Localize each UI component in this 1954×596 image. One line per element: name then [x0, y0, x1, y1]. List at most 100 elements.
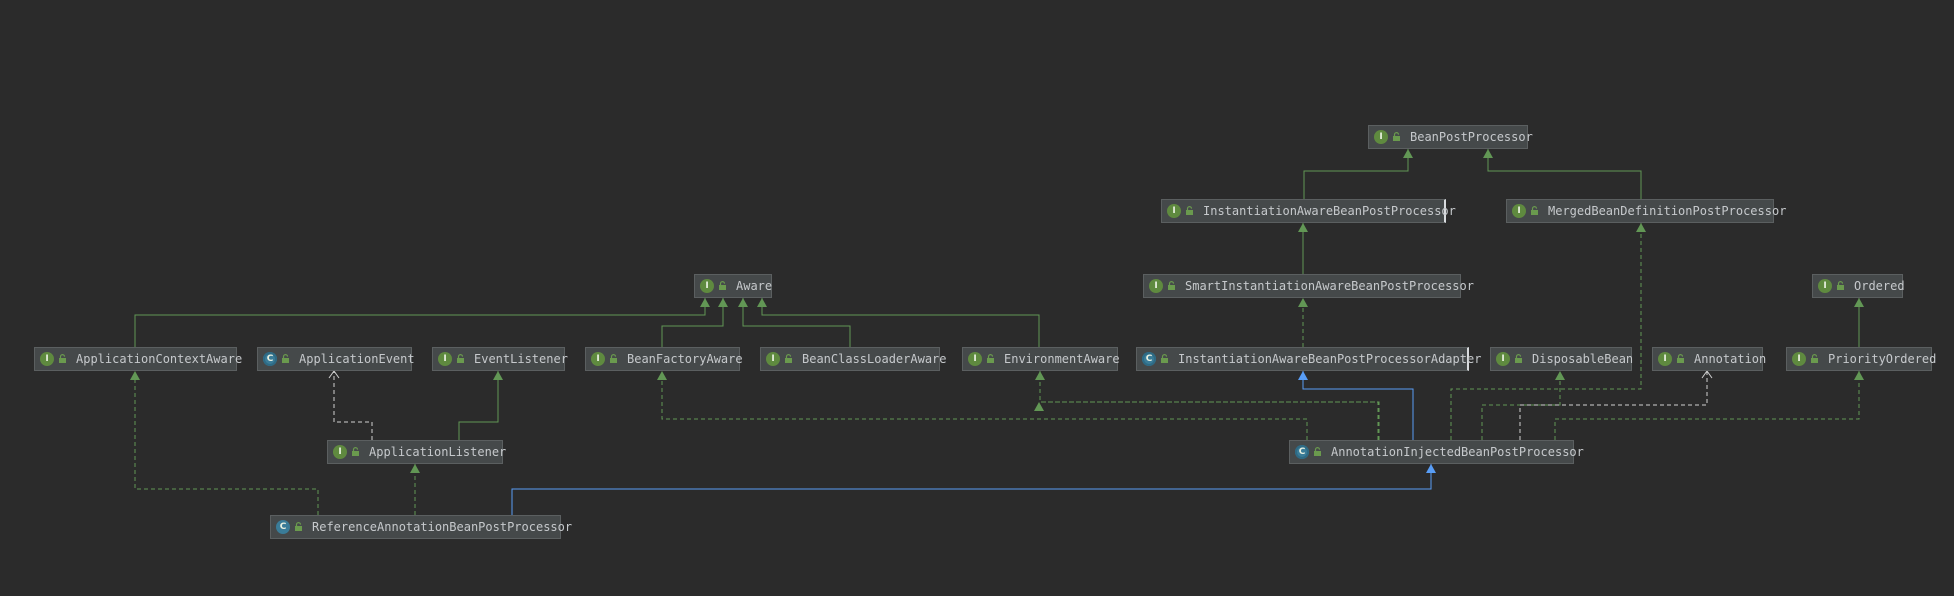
edge-aibpp-to-ann — [1519, 370, 1713, 440]
node-label: Ordered — [1854, 279, 1905, 293]
public-lock-icon — [58, 352, 67, 366]
arrowhead — [1854, 371, 1864, 380]
node-label: ApplicationContextAware — [76, 352, 243, 366]
edge-aca-to-aware — [134, 298, 710, 347]
interface-icon: I — [1149, 279, 1163, 293]
arrowhead — [718, 298, 728, 307]
interface-icon: I — [700, 279, 714, 293]
interface-icon: I — [438, 352, 452, 366]
node-iabpp[interactable]: I InstantiationAwareBeanPostProcessor — [1161, 199, 1456, 223]
public-lock-icon — [1313, 445, 1322, 459]
arrowhead — [657, 371, 667, 380]
edge-aibpp-to-ea — [1034, 401, 1380, 440]
node-siabpp[interactable]: I SmartInstantiationAwareBeanPostProcesso… — [1143, 274, 1474, 298]
interface-icon: I — [333, 445, 347, 459]
abstract-class-icon: C — [263, 352, 277, 366]
arrowhead — [1034, 402, 1044, 411]
node-iabppa[interactable]: C InstantiationAwareBeanPostProcessorAdap… — [1136, 347, 1481, 371]
arrowhead — [410, 464, 420, 473]
node-ae[interactable]: C ApplicationEvent — [257, 347, 415, 371]
node-ordered[interactable]: I Ordered — [1812, 274, 1905, 298]
node-label: EnvironmentAware — [1004, 352, 1120, 366]
node-label: AnnotationInjectedBeanPostProcessor — [1331, 445, 1584, 459]
interface-icon: I — [968, 352, 982, 366]
node-bcla[interactable]: I BeanClassLoaderAware — [760, 347, 947, 371]
arrowhead — [738, 298, 748, 307]
public-lock-icon — [351, 445, 360, 459]
interface-icon: I — [1792, 352, 1806, 366]
node-label: Aware — [736, 279, 773, 293]
arrowhead — [1426, 464, 1436, 473]
edge-aibpp-to-po — [1554, 371, 1864, 440]
edge-rabpp-to-al — [410, 464, 420, 515]
arrowhead — [493, 371, 503, 380]
edge-po-to-ordered — [1854, 298, 1864, 347]
interface-icon: I — [40, 352, 54, 366]
interface-icon: I — [1512, 204, 1526, 218]
node-label: DisposableBean — [1532, 352, 1634, 366]
arrowhead — [1483, 149, 1493, 158]
public-lock-icon — [784, 352, 793, 366]
abstract-class-icon: C — [1295, 445, 1309, 459]
interface-icon: I — [1818, 279, 1832, 293]
interface-icon: I — [766, 352, 780, 366]
public-lock-icon — [718, 279, 727, 293]
node-ea[interactable]: I EnvironmentAware — [962, 347, 1120, 371]
public-lock-icon — [1160, 352, 1169, 366]
node-label: EventListener — [474, 352, 568, 366]
arrowhead — [1298, 223, 1308, 232]
public-lock-icon — [1836, 279, 1845, 293]
node-aca[interactable]: I ApplicationContextAware — [34, 347, 242, 371]
edges-layer — [130, 149, 1864, 515]
node-label: BeanFactoryAware — [627, 352, 743, 366]
class-icon: C — [276, 520, 290, 534]
edge-aibpp-to-bfa — [657, 371, 1308, 440]
node-label: ReferenceAnnotationBeanPostProcessor — [312, 520, 573, 534]
arrowhead — [1555, 371, 1565, 380]
node-ann[interactable]: I Annotation — [1652, 347, 1766, 371]
edge-al-to-el — [458, 371, 503, 440]
node-db[interactable]: I DisposableBean — [1490, 347, 1634, 371]
public-lock-icon — [456, 352, 465, 366]
node-label: BeanClassLoaderAware — [802, 352, 947, 366]
public-lock-icon — [1514, 352, 1523, 366]
public-lock-icon — [1167, 279, 1176, 293]
public-lock-icon — [1676, 352, 1685, 366]
abstract-class-icon: C — [1142, 352, 1156, 366]
interface-icon: I — [1167, 204, 1181, 218]
node-bfa[interactable]: I BeanFactoryAware — [585, 347, 743, 371]
node-mbdpp[interactable]: I MergedBeanDefinitionPostProcessor — [1506, 199, 1786, 223]
node-aibpp[interactable]: C AnnotationInjectedBeanPostProcessor — [1289, 440, 1584, 464]
arrowhead — [1298, 298, 1308, 307]
interface-icon: I — [591, 352, 605, 366]
public-lock-icon — [1392, 130, 1401, 144]
node-el[interactable]: I EventListener — [432, 347, 568, 371]
node-label: MergedBeanDefinitionPostProcessor — [1548, 204, 1787, 218]
arrowhead — [1854, 298, 1864, 307]
arrowhead — [1298, 371, 1308, 380]
interface-icon: I — [1658, 352, 1672, 366]
node-al[interactable]: I ApplicationListener — [327, 440, 506, 464]
node-label: InstantiationAwareBeanPostProcessor — [1203, 204, 1456, 218]
edge-aibpp-to-iabppa — [1298, 371, 1414, 440]
node-rabpp[interactable]: C ReferenceAnnotationBeanPostProcessor — [270, 515, 572, 539]
public-lock-icon — [609, 352, 618, 366]
node-label: InstantiationAwareBeanPostProcessorAdapt… — [1178, 352, 1482, 366]
public-lock-icon — [281, 352, 290, 366]
edge-ea-to-aware — [757, 298, 1040, 347]
node-bpp[interactable]: I BeanPostProcessor — [1368, 125, 1533, 149]
arrowhead — [1636, 223, 1646, 232]
arrowhead — [1035, 371, 1045, 380]
interface-icon: I — [1496, 352, 1510, 366]
node-po[interactable]: I PriorityOrdered — [1786, 347, 1936, 371]
public-lock-icon — [1185, 204, 1194, 218]
arrowhead — [700, 298, 710, 307]
edge-rabpp-to-aibpp — [511, 464, 1436, 515]
public-lock-icon — [1810, 352, 1819, 366]
diagram-canvas: I BeanPostProcessor I InstantiationAwareBea… — [0, 0, 1954, 596]
edge-rabpp-to-aca — [130, 371, 319, 515]
arrowhead — [757, 298, 767, 307]
edge-iabppa-to-siabpp — [1298, 298, 1308, 347]
arrowhead — [1403, 149, 1413, 158]
node-aware[interactable]: I Aware — [694, 274, 772, 298]
